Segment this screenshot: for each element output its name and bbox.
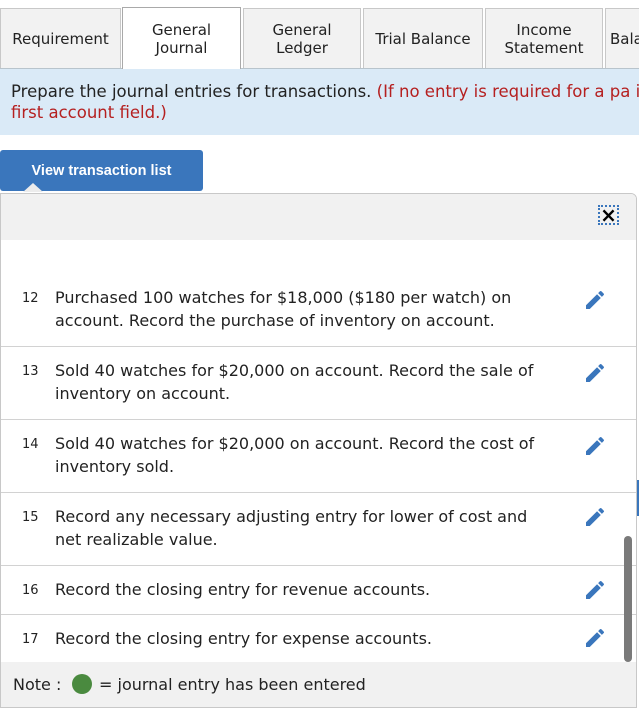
transaction-number: 16 — [22, 583, 39, 598]
instructions-main: Prepare the journal entries for transact… — [11, 82, 377, 101]
panel-header: × — [1, 194, 636, 240]
transaction-number: 12 — [22, 291, 39, 306]
pencil-icon[interactable] — [583, 361, 607, 385]
pencil-icon[interactable] — [583, 505, 607, 529]
popover-caret — [23, 183, 43, 192]
close-icon[interactable]: × — [598, 205, 619, 225]
transaction-text: Record any necessary adjusting entry for… — [55, 507, 528, 549]
transaction-row: 14 Sold 40 watches for $20,000 on accoun… — [1, 420, 636, 493]
pencil-icon[interactable] — [583, 288, 607, 312]
note-label: Note : — [13, 675, 62, 694]
transaction-text: Record the closing entry for revenue acc… — [55, 580, 431, 599]
tab-bar: Requirement General Journal General Ledg… — [0, 0, 639, 69]
transaction-row: 16 Record the closing entry for revenue … — [1, 566, 636, 615]
transaction-text: Sold 40 watches for $20,000 on account. … — [55, 434, 535, 476]
transaction-row: 15 Record any necessary adjusting entry … — [1, 493, 636, 566]
transaction-number: 15 — [22, 510, 39, 525]
tab-requirement[interactable]: Requirement — [0, 8, 121, 68]
scrollbar-thumb[interactable] — [624, 536, 632, 662]
instructions-banner: Prepare the journal entries for transact… — [0, 69, 639, 135]
pencil-icon[interactable] — [583, 434, 607, 458]
transaction-text: Sold 40 watches for $20,000 on account. … — [55, 361, 534, 403]
transaction-row: 13 Sold 40 watches for $20,000 on accoun… — [1, 347, 636, 420]
transaction-number: 13 — [22, 364, 39, 379]
note-description: = journal entry has been entered — [99, 675, 366, 694]
transaction-number: 14 — [22, 437, 39, 452]
legend-note: Note : = journal entry has been entered — [1, 662, 636, 707]
tab-general-ledger[interactable]: General Ledger — [243, 8, 361, 68]
tab-trial-balance[interactable]: Trial Balance — [363, 8, 483, 68]
transaction-row: 17 Record the closing entry for expense … — [1, 615, 636, 662]
transaction-text: Purchased 100 watches for $18,000 ($180 … — [55, 288, 512, 330]
transaction-number: 17 — [22, 632, 39, 647]
tab-general-journal[interactable]: General Journal — [122, 7, 241, 69]
pencil-icon[interactable] — [583, 578, 607, 602]
pencil-icon[interactable] — [583, 626, 607, 650]
transaction-list-panel: × 12 Purchased 100 watches for $18,000 (… — [0, 193, 637, 708]
tab-balance-sheet[interactable]: Bala — [605, 8, 639, 68]
entered-indicator-dot — [72, 674, 92, 694]
transaction-text: Record the closing entry for expense acc… — [55, 629, 432, 648]
tab-income-statement[interactable]: Income Statement — [485, 8, 603, 68]
instructions-text: Prepare the journal entries for transact… — [11, 81, 639, 123]
transaction-row: 12 Purchased 100 watches for $18,000 ($1… — [1, 280, 636, 347]
